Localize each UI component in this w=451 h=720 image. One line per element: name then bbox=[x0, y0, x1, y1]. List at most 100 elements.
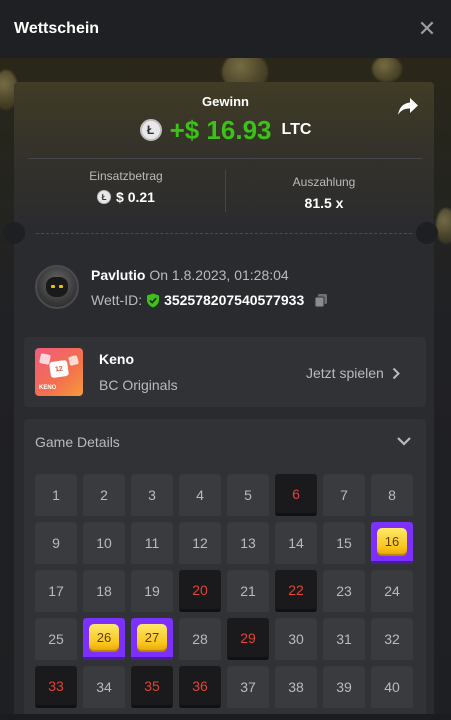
keno-cell-40: 40 bbox=[371, 666, 413, 708]
ltc-icon: Ł bbox=[97, 190, 112, 204]
keno-cell-number: 39 bbox=[336, 679, 352, 695]
keno-cell-number: 21 bbox=[240, 583, 256, 599]
keno-game-thumbnail: 12 KENO bbox=[35, 348, 83, 396]
win-amount-row: Ł +$ 16.93 LTC bbox=[0, 112, 451, 148]
keno-cell-30: 30 bbox=[275, 618, 317, 660]
keno-cell-2: 2 bbox=[83, 474, 125, 516]
game-details-title: Game Details bbox=[35, 434, 120, 450]
coin-decoration-icon bbox=[372, 58, 402, 82]
keno-cell-number: 35 bbox=[144, 677, 160, 694]
share-icon[interactable] bbox=[397, 97, 419, 117]
win-currency: LTC bbox=[281, 121, 312, 138]
keno-cell-12: 12 bbox=[179, 522, 221, 564]
keno-cell-15: 15 bbox=[323, 522, 365, 564]
keno-cell-33: 33 bbox=[35, 666, 77, 708]
keno-cell-16: 16 bbox=[371, 522, 413, 564]
keno-cell-28: 28 bbox=[179, 618, 221, 660]
keno-cell-1: 1 bbox=[35, 474, 77, 516]
avatar[interactable] bbox=[35, 265, 79, 309]
keno-cell-number: 6 bbox=[292, 485, 300, 502]
keno-cell-20: 20 bbox=[179, 570, 221, 612]
play-now-link[interactable]: Jetzt spielen bbox=[306, 365, 400, 381]
bet-amount-label: Einsatzbetrag bbox=[89, 169, 163, 183]
keno-cell-34: 34 bbox=[83, 666, 125, 708]
payout-value: 81.5 x bbox=[304, 195, 344, 211]
keno-cell-number: 30 bbox=[288, 631, 304, 647]
keno-cell-7: 7 bbox=[323, 474, 365, 516]
ticket-divider bbox=[14, 222, 434, 246]
keno-cell-number: 37 bbox=[240, 679, 256, 695]
keno-cell-3: 3 bbox=[131, 474, 173, 516]
keno-cell-18: 18 bbox=[83, 570, 125, 612]
keno-cell-23: 23 bbox=[323, 570, 365, 612]
keno-cell-14: 14 bbox=[275, 522, 317, 564]
keno-cell-19: 19 bbox=[131, 570, 173, 612]
keno-cell-29: 29 bbox=[227, 618, 269, 660]
keno-cell-number: 29 bbox=[240, 629, 256, 646]
keno-cell-number: 11 bbox=[144, 535, 160, 551]
keno-cell-21: 21 bbox=[227, 570, 269, 612]
keno-cell-5: 5 bbox=[227, 474, 269, 516]
ltc-icon: Ł bbox=[139, 119, 162, 141]
keno-cell-number: 24 bbox=[384, 583, 400, 599]
chevron-down-icon[interactable] bbox=[396, 435, 412, 447]
ticket-notch-right bbox=[416, 222, 438, 244]
keno-cell-26: 26 bbox=[83, 618, 125, 660]
keno-cell-number: 8 bbox=[388, 487, 396, 503]
keno-cell-number: 19 bbox=[144, 583, 160, 599]
keno-hit-gem: 16 bbox=[377, 527, 407, 556]
win-label: Gewinn bbox=[202, 94, 249, 109]
keno-cell-number: 10 bbox=[96, 535, 112, 551]
close-icon[interactable]: ✕ bbox=[417, 16, 437, 41]
keno-cell-8: 8 bbox=[371, 474, 413, 516]
keno-cell-10: 10 bbox=[83, 522, 125, 564]
keno-cell-number: 22 bbox=[288, 581, 304, 598]
keno-cell-number: 28 bbox=[192, 631, 208, 647]
payout-label: Auszahlung bbox=[292, 175, 356, 189]
keno-hit-gem: 27 bbox=[137, 623, 167, 652]
keno-cell-number: 7 bbox=[340, 487, 348, 503]
keno-cell-number: 23 bbox=[336, 583, 352, 599]
chevron-right-icon bbox=[392, 367, 400, 379]
keno-cell-number: 31 bbox=[336, 631, 352, 647]
divider bbox=[28, 158, 422, 159]
keno-cell-36: 36 bbox=[179, 666, 221, 708]
keno-cell-32: 32 bbox=[371, 618, 413, 660]
dashed-separator bbox=[36, 233, 412, 234]
win-amount: +$ 16.93 bbox=[169, 114, 272, 145]
coin-decoration-icon bbox=[436, 208, 451, 244]
keno-cell-9: 9 bbox=[35, 522, 77, 564]
keno-cell-number: 9 bbox=[52, 535, 60, 551]
payout-stat: Auszahlung 81.5 x bbox=[224, 175, 424, 211]
game-provider: BC Originals bbox=[99, 377, 178, 393]
keno-cell-number: 20 bbox=[192, 581, 208, 598]
keno-cell-number: 33 bbox=[48, 677, 64, 694]
username[interactable]: Pavlutio bbox=[91, 267, 145, 283]
keno-cell-37: 37 bbox=[227, 666, 269, 708]
bet-id-row: Wett-ID: 352578207540577933 bbox=[91, 292, 328, 308]
keno-cell-number: 32 bbox=[384, 631, 400, 647]
keno-cell-35: 35 bbox=[131, 666, 173, 708]
keno-cell-number: 2 bbox=[100, 487, 108, 503]
keno-cell-number: 36 bbox=[192, 677, 208, 694]
keno-cell-27: 27 bbox=[131, 618, 173, 660]
keno-cell-4: 4 bbox=[179, 474, 221, 516]
keno-number-grid: 1 2 3 4 5 6 7 8 9 10 11 12 13 14 15 16 17 18 19 20 21 22 23 24 2… bbox=[35, 474, 413, 708]
copy-icon[interactable] bbox=[314, 293, 328, 308]
keno-cell-number: 14 bbox=[288, 535, 304, 551]
keno-cell-17: 17 bbox=[35, 570, 77, 612]
game-name: Keno bbox=[99, 351, 134, 367]
keno-cell-number: 25 bbox=[48, 631, 64, 647]
bottom-edge bbox=[0, 714, 451, 720]
modal-header: Wettschein ✕ bbox=[0, 0, 451, 58]
keno-cell-24: 24 bbox=[371, 570, 413, 612]
play-now-label: Jetzt spielen bbox=[306, 365, 384, 381]
keno-cell-22: 22 bbox=[275, 570, 317, 612]
keno-cell-number: 5 bbox=[244, 487, 252, 503]
bet-id-label: Wett-ID: bbox=[91, 292, 143, 308]
keno-cell-number: 40 bbox=[384, 679, 400, 695]
keno-cell-39: 39 bbox=[323, 666, 365, 708]
keno-hit-gem: 26 bbox=[89, 623, 119, 652]
bet-id-value: 352578207540577933 bbox=[164, 292, 305, 308]
ticket-notch-left bbox=[3, 222, 25, 244]
